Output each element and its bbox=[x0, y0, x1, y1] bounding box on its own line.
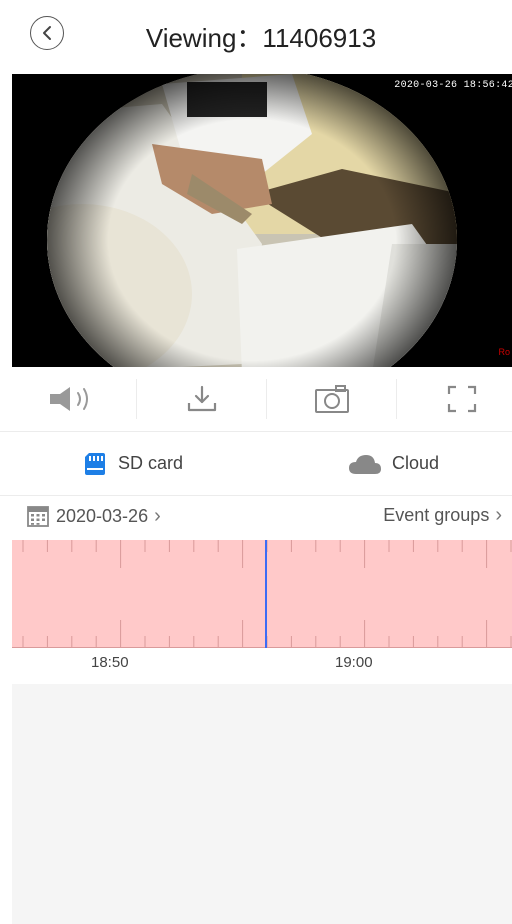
download-icon bbox=[187, 385, 217, 412]
event-groups-button[interactable]: Event groups › bbox=[383, 504, 502, 527]
player-controls bbox=[0, 367, 512, 432]
snapshot-button[interactable] bbox=[268, 367, 396, 431]
timeline-label: 18:50 bbox=[91, 654, 129, 671]
timeline-labels: 18:50 19:00 bbox=[0, 648, 512, 684]
event-list-area bbox=[12, 684, 512, 924]
timeline-ticks bbox=[12, 540, 512, 648]
cloud-label: Cloud bbox=[392, 453, 440, 473]
camera-icon bbox=[315, 385, 349, 413]
download-button[interactable] bbox=[138, 367, 266, 431]
date-picker-button[interactable]: 2020-03-26 › bbox=[26, 504, 161, 528]
video-player[interactable]: 2020-03-26 18:56:42 Ro bbox=[12, 74, 512, 367]
chevron-right-icon: › bbox=[495, 504, 502, 526]
fullscreen-button[interactable] bbox=[398, 367, 512, 431]
mute-button[interactable] bbox=[10, 367, 138, 431]
speaker-icon bbox=[50, 387, 88, 411]
timeline-label: 19:00 bbox=[335, 654, 373, 671]
sd-card-icon bbox=[85, 452, 105, 475]
fisheye-video-frame bbox=[12, 74, 512, 367]
video-timestamp: 2020-03-26 18:56:42 bbox=[394, 80, 512, 91]
page-title: Viewing：11406913 bbox=[145, 23, 377, 53]
tab-cloud[interactable]: Cloud bbox=[348, 432, 439, 495]
fullscreen-icon bbox=[447, 385, 477, 413]
header: Viewing：11406913 bbox=[0, 0, 512, 74]
storage-tabs: SD card Cloud bbox=[0, 432, 512, 496]
date-row: 2020-03-26 › Event groups › bbox=[0, 496, 512, 540]
tab-sd-card[interactable]: SD card bbox=[82, 432, 183, 495]
calendar-icon bbox=[27, 506, 49, 527]
video-badge: Ro bbox=[498, 347, 510, 357]
chevron-right-icon: › bbox=[154, 504, 161, 527]
selected-date: 2020-03-26 bbox=[56, 505, 149, 526]
playback-timeline[interactable] bbox=[12, 540, 512, 648]
cloud-icon bbox=[349, 454, 381, 474]
sd-card-label: SD card bbox=[118, 453, 184, 473]
event-groups-label: Event groups bbox=[383, 505, 490, 525]
